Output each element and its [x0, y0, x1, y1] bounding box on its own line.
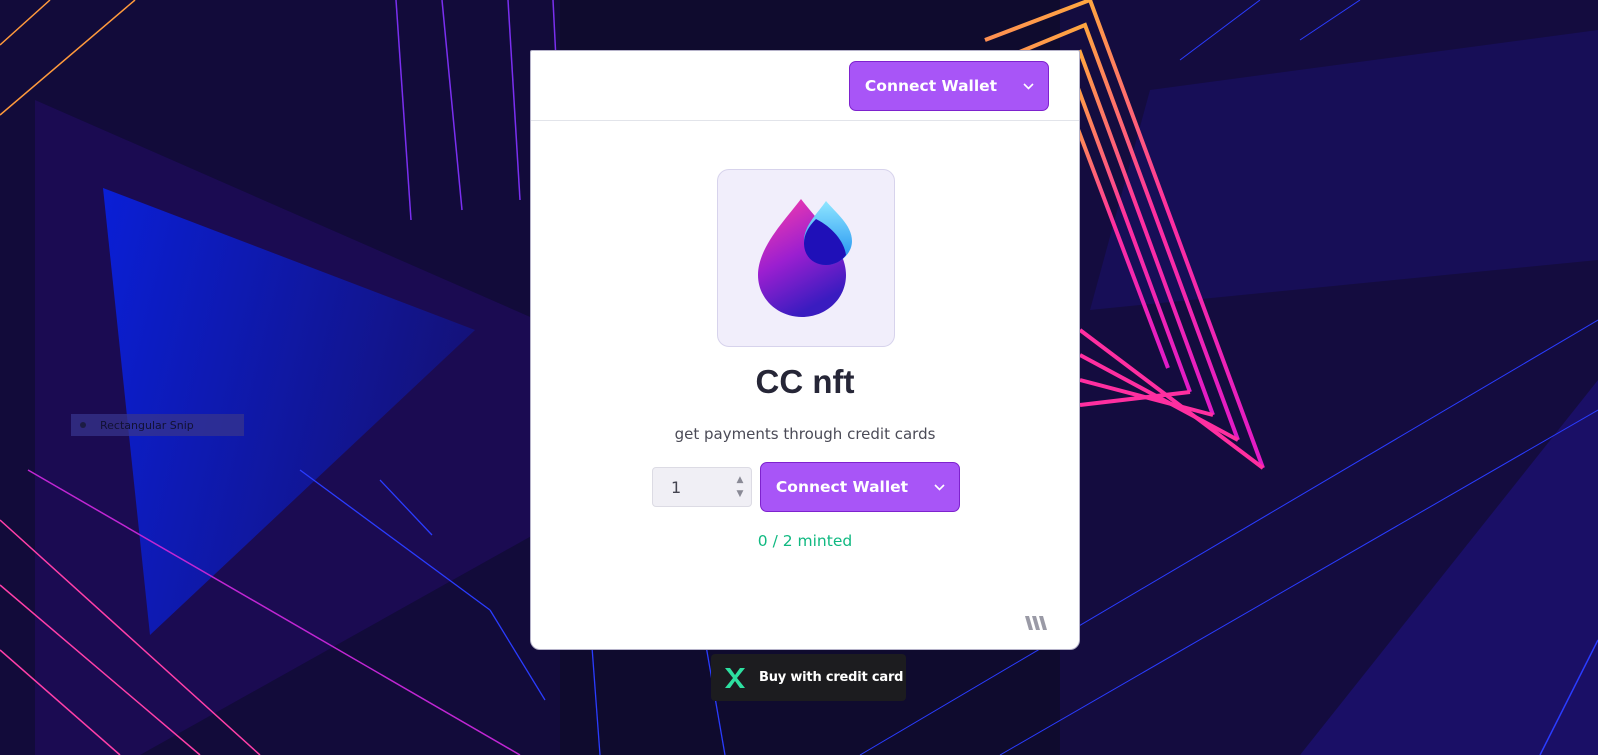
chevron-down-icon[interactable] — [1008, 62, 1048, 110]
spin-down-icon[interactable]: ▼ — [737, 487, 744, 501]
snip-tooltip: Rectangular Snip — [71, 414, 244, 436]
collection-logo-card — [717, 169, 895, 347]
mint-widget: Connect Wallet CC nft get payments throu… — [530, 50, 1080, 650]
desktop-stage: Rectangular Snip Connect Wallet CC nft g… — [0, 0, 1598, 755]
chevron-down-icon[interactable] — [919, 463, 959, 511]
mint-connect-wallet-button[interactable]: Connect Wallet — [760, 462, 960, 512]
collection-description: get payments through credit cards — [674, 425, 936, 443]
connect-wallet-button[interactable]: Connect Wallet — [849, 61, 1049, 111]
buy-with-credit-card-button[interactable]: Buy with credit card — [711, 654, 906, 701]
minted-status: 0 / 2 minted — [757, 532, 853, 550]
snip-tooltip-label: Rectangular Snip — [100, 418, 194, 432]
droplet-logo-icon — [758, 199, 852, 317]
buy-with-credit-card-label: Buy with credit card — [759, 670, 904, 685]
quantity-stepper[interactable]: 1 ▲ ▼ — [652, 467, 752, 507]
crossmint-logo-icon — [725, 667, 745, 688]
thirdweb-logo-icon — [1025, 616, 1047, 630]
spin-up-icon[interactable]: ▲ — [737, 473, 744, 487]
mint-connect-wallet-label: Connect Wallet — [775, 478, 909, 496]
widget-header: Connect Wallet — [531, 51, 1079, 121]
quantity-spinner[interactable]: ▲ ▼ — [729, 468, 751, 506]
connect-wallet-label: Connect Wallet — [864, 77, 998, 95]
snip-dot-icon — [80, 422, 86, 428]
collection-title: CC nft — [755, 363, 855, 400]
quantity-value[interactable]: 1 — [653, 478, 729, 497]
